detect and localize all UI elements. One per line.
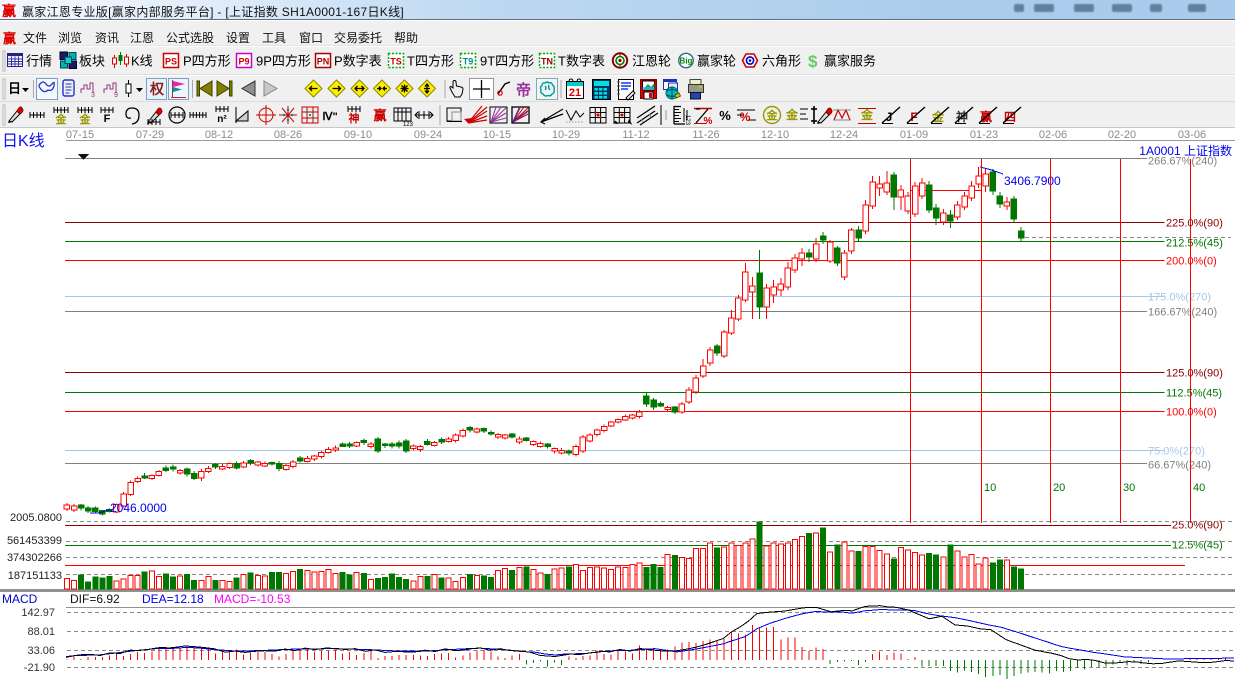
svg-text:01-09: 01-09 — [900, 129, 928, 141]
svg-text:T9: T9 — [463, 57, 474, 67]
svg-text:100.0%(0): 100.0%(0) — [1166, 407, 1217, 419]
svg-text:金: 金 — [766, 108, 779, 122]
svg-text:07-29: 07-29 — [136, 129, 164, 141]
svg-text:帝: 帝 — [516, 81, 531, 99]
svg-text:T四方形: T四方形 — [407, 54, 454, 69]
svg-text:266.67%(240): 266.67%(240) — [1148, 156, 1217, 168]
svg-text:125.0%(90): 125.0%(90) — [1166, 368, 1223, 380]
svg-text:2046.0000: 2046.0000 — [110, 501, 167, 515]
svg-text:金: 金 — [79, 112, 92, 126]
svg-text:123: 123 — [684, 115, 690, 126]
svg-text:T数字表: T数字表 — [558, 54, 605, 69]
svg-text:日: 日 — [8, 81, 21, 96]
svg-text:08-26: 08-26 — [274, 129, 302, 141]
svg-text:200.0%(0): 200.0%(0) — [1166, 256, 1217, 268]
svg-text:11-26: 11-26 — [692, 129, 719, 141]
svg-text:-21.90: -21.90 — [24, 662, 55, 674]
svg-text:9P四方形: 9P四方形 — [256, 54, 311, 69]
svg-text:金: 金 — [55, 112, 68, 126]
svg-text:166.67%(240): 166.67%(240) — [1148, 307, 1217, 319]
svg-text:3: 3 — [91, 92, 95, 99]
svg-text:3406.7900: 3406.7900 — [1004, 174, 1061, 188]
svg-text:02-20: 02-20 — [1108, 129, 1136, 141]
svg-text:10: 10 — [984, 482, 996, 494]
svg-text:赢家轮: 赢家轮 — [697, 54, 736, 69]
svg-text:08-12: 08-12 — [205, 129, 233, 141]
svg-text:n²: n² — [217, 114, 227, 125]
svg-text:行情: 行情 — [26, 54, 52, 69]
svg-text:Ⅳ": Ⅳ" — [322, 111, 337, 123]
svg-text:六角形: 六角形 — [762, 54, 801, 69]
svg-text:TN: TN — [541, 57, 553, 67]
svg-text:%: % — [719, 108, 731, 123]
svg-text:09-10: 09-10 — [344, 129, 372, 141]
svg-text:日K线: 日K线 — [2, 132, 45, 150]
svg-text:02-06: 02-06 — [1039, 129, 1067, 141]
svg-text:TS: TS — [390, 57, 402, 67]
svg-text:DEA=12.18: DEA=12.18 — [142, 592, 204, 606]
svg-text:$: $ — [808, 52, 818, 71]
svg-text:175.0%(270): 175.0%(270) — [1148, 292, 1211, 304]
svg-text:225.0%(90): 225.0%(90) — [1166, 218, 1223, 230]
svg-text:09-24: 09-24 — [414, 129, 442, 141]
svg-text:187151133: 187151133 — [8, 570, 62, 582]
svg-text:金: 金 — [860, 107, 874, 122]
svg-text:88.01: 88.01 — [27, 626, 55, 638]
svg-text:12-10: 12-10 — [761, 129, 789, 141]
svg-text:30: 30 — [1123, 482, 1135, 494]
svg-text:11-12: 11-12 — [622, 129, 649, 141]
svg-text:%: % — [704, 116, 713, 127]
svg-text:MACD=-10.53: MACD=-10.53 — [214, 592, 291, 606]
svg-text:142.97: 142.97 — [21, 607, 55, 619]
svg-text:33.06: 33.06 — [27, 645, 55, 657]
svg-text:03-06: 03-06 — [1178, 129, 1206, 141]
svg-text:21: 21 — [569, 87, 581, 99]
svg-text:561453399: 561453399 — [7, 535, 62, 547]
svg-text:66.67%(240): 66.67%(240) — [1148, 460, 1211, 472]
svg-text:12-24: 12-24 — [830, 129, 858, 141]
svg-text:金: 金 — [785, 107, 799, 122]
svg-text:112.5%(45): 112.5%(45) — [1166, 388, 1222, 400]
svg-text:9: 9 — [114, 92, 118, 99]
svg-text:2005.0800: 2005.0800 — [10, 512, 62, 524]
svg-text:9T四方形: 9T四方形 — [480, 54, 534, 69]
svg-text:MACD: MACD — [2, 592, 38, 606]
svg-text:01-23: 01-23 — [970, 129, 998, 141]
svg-text:212.5%(45): 212.5%(45) — [1166, 238, 1223, 250]
svg-text:PN: PN — [317, 57, 330, 67]
svg-text:P9: P9 — [238, 57, 249, 67]
svg-text:75.0%(270): 75.0%(270) — [1148, 446, 1205, 458]
svg-text:权: 权 — [149, 81, 165, 97]
svg-text:P四方形: P四方形 — [183, 54, 231, 69]
svg-text:F: F — [104, 113, 111, 125]
svg-text:20: 20 — [1053, 482, 1065, 494]
svg-text:PS: PS — [165, 57, 177, 67]
svg-text:40: 40 — [1193, 482, 1205, 494]
svg-text:赢家服务: 赢家服务 — [824, 54, 876, 69]
svg-text:%: % — [740, 110, 751, 124]
svg-text:374302266: 374302266 — [7, 552, 62, 564]
svg-text:板块: 板块 — [79, 54, 105, 69]
svg-text:10-29: 10-29 — [552, 129, 580, 141]
svg-text:K线: K线 — [131, 54, 153, 69]
svg-text:DIF=6.92: DIF=6.92 — [70, 592, 120, 606]
svg-text:神: 神 — [349, 111, 360, 125]
svg-text:赢: 赢 — [373, 108, 386, 123]
svg-text:P数字表: P数字表 — [334, 54, 382, 69]
svg-text:江恩轮: 江恩轮 — [632, 54, 671, 69]
svg-text:10-15: 10-15 — [483, 129, 511, 141]
svg-text:07-15: 07-15 — [66, 129, 94, 141]
svg-text:Big: Big — [680, 57, 693, 66]
